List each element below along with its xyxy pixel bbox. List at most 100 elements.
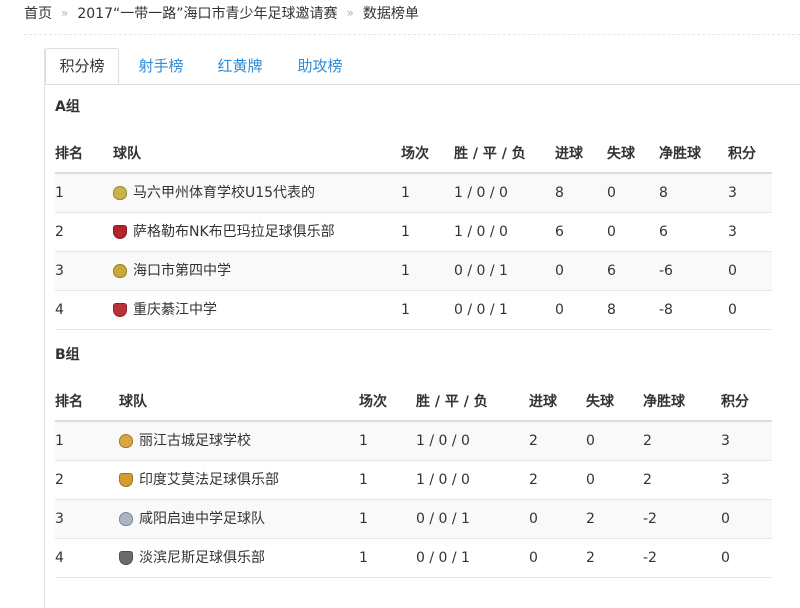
goal-diff-cell: -8 xyxy=(659,302,673,318)
wdl-cell: 1 / 0 / 0 xyxy=(454,224,508,240)
team-name-link[interactable]: 海口市第四中学 xyxy=(133,252,231,290)
team-crest-icon xyxy=(113,303,127,317)
goals-for-cell: 8 xyxy=(555,185,564,201)
goals-for-cell: 0 xyxy=(555,263,564,279)
group-b-title: B组 xyxy=(55,347,80,363)
goals-against-cell: 0 xyxy=(607,185,616,201)
played-cell: 1 xyxy=(401,263,410,279)
goal-diff-cell: 8 xyxy=(659,185,668,201)
played-cell: 1 xyxy=(401,302,410,318)
rank-cell: 2 xyxy=(55,472,64,488)
column-header-goal-diff: 净胜球 xyxy=(643,394,685,410)
breadcrumb-event-link[interactable]: 2017“一带一路”海口市青少年足球邀请赛 xyxy=(77,3,337,23)
team-name-link[interactable]: 马六甲州体育学校U15代表的 xyxy=(133,174,315,212)
breadcrumb-divider xyxy=(24,34,800,35)
column-header-wdl: 胜 / 平 / 负 xyxy=(454,146,526,162)
goals-against-cell: 0 xyxy=(586,433,595,449)
team-crest-icon xyxy=(119,434,133,448)
team-crest-icon xyxy=(119,512,133,526)
column-header-goal-diff: 净胜球 xyxy=(659,146,701,162)
column-header-played: 场次 xyxy=(359,394,387,410)
tab-bar: 积分榜 射手榜 红黄牌 助攻榜 xyxy=(45,48,800,85)
rank-cell: 3 xyxy=(55,263,64,279)
breadcrumb-current: 数据榜单 xyxy=(362,6,419,22)
team-name-link[interactable]: 丽江古城足球学校 xyxy=(139,422,251,460)
goals-for-cell: 0 xyxy=(529,550,538,566)
tab-standings[interactable]: 积分榜 xyxy=(45,48,119,84)
team-cell: 重庆綦江中学 xyxy=(113,291,217,329)
column-header-rank: 排名 xyxy=(55,146,83,162)
column-header-goals-for: 进球 xyxy=(529,394,557,410)
played-cell: 1 xyxy=(401,224,410,240)
team-cell: 马六甲州体育学校U15代表的 xyxy=(113,174,315,212)
column-header-goals-for: 进球 xyxy=(555,146,583,162)
team-name-link[interactable]: 萨格勒布NK布巴玛拉足球俱乐部 xyxy=(133,213,335,251)
points-cell: 0 xyxy=(721,511,730,527)
column-header-goals-against: 失球 xyxy=(607,146,635,162)
points-cell: 3 xyxy=(721,472,730,488)
team-cell: 淡滨尼斯足球俱乐部 xyxy=(119,539,265,577)
played-cell: 1 xyxy=(359,550,368,566)
points-cell: 3 xyxy=(728,185,737,201)
rank-cell: 4 xyxy=(55,302,64,318)
table-row: 1 马六甲州体育学校U15代表的 1 1 / 0 / 0 8 0 8 3 xyxy=(55,174,772,213)
column-header-points: 积分 xyxy=(721,394,749,410)
team-name-link[interactable]: 咸阳启迪中学足球队 xyxy=(139,500,265,538)
played-cell: 1 xyxy=(359,433,368,449)
goals-for-cell: 2 xyxy=(529,472,538,488)
goal-diff-cell: -2 xyxy=(643,550,657,566)
rank-cell: 1 xyxy=(55,433,64,449)
table-header: 排名 球队 场次 胜 / 平 / 负 进球 失球 净胜球 积分 xyxy=(55,382,772,422)
group-b-table: 排名 球队 场次 胜 / 平 / 负 进球 失球 净胜球 积分 1 丽江古城足球学校 1 1 / 0 … xyxy=(55,382,772,578)
team-crest-icon xyxy=(119,551,133,565)
rank-cell: 3 xyxy=(55,511,64,527)
wdl-cell: 0 / 0 / 1 xyxy=(416,550,470,566)
column-header-points: 积分 xyxy=(728,146,756,162)
goals-against-cell: 2 xyxy=(586,550,595,566)
wdl-cell: 1 / 0 / 0 xyxy=(416,472,470,488)
played-cell: 1 xyxy=(359,472,368,488)
goal-diff-cell: 6 xyxy=(659,224,668,240)
goals-against-cell: 6 xyxy=(607,263,616,279)
rank-cell: 1 xyxy=(55,185,64,201)
table-row: 3 咸阳启迪中学足球队 1 0 / 0 / 1 0 2 -2 0 xyxy=(55,500,772,539)
table-row: 2 印度艾莫法足球俱乐部 1 1 / 0 / 0 2 0 2 3 xyxy=(55,461,772,500)
points-cell: 0 xyxy=(728,302,737,318)
goals-for-cell: 0 xyxy=(555,302,564,318)
team-name-link[interactable]: 重庆綦江中学 xyxy=(133,291,217,329)
team-crest-icon xyxy=(113,225,127,239)
goals-for-cell: 6 xyxy=(555,224,564,240)
team-name-link[interactable]: 印度艾莫法足球俱乐部 xyxy=(139,461,279,499)
goals-for-cell: 0 xyxy=(529,511,538,527)
tab-top-scorers[interactable]: 射手榜 xyxy=(129,48,193,84)
team-cell: 咸阳启迪中学足球队 xyxy=(119,500,265,538)
goals-for-cell: 2 xyxy=(529,433,538,449)
wdl-cell: 0 / 0 / 1 xyxy=(416,511,470,527)
wdl-cell: 0 / 0 / 1 xyxy=(454,302,508,318)
played-cell: 1 xyxy=(359,511,368,527)
tab-assists[interactable]: 助攻榜 xyxy=(288,48,352,84)
team-crest-icon xyxy=(113,264,127,278)
team-name-link[interactable]: 淡滨尼斯足球俱乐部 xyxy=(139,539,265,577)
goal-diff-cell: -2 xyxy=(643,511,657,527)
column-header-rank: 排名 xyxy=(55,394,83,410)
table-row: 4 淡滨尼斯足球俱乐部 1 0 / 0 / 1 0 2 -2 0 xyxy=(55,539,772,578)
table-row: 1 丽江古城足球学校 1 1 / 0 / 0 2 0 2 3 xyxy=(55,422,772,461)
points-cell: 0 xyxy=(728,263,737,279)
breadcrumb: 首页 » 2017“一带一路”海口市青少年足球邀请赛 » 数据榜单 xyxy=(24,0,419,26)
rank-cell: 4 xyxy=(55,550,64,566)
team-cell: 丽江古城足球学校 xyxy=(119,422,251,460)
goals-against-cell: 8 xyxy=(607,302,616,318)
column-header-team: 球队 xyxy=(119,394,147,410)
wdl-cell: 0 / 0 / 1 xyxy=(454,263,508,279)
goals-against-cell: 0 xyxy=(586,472,595,488)
goals-against-cell: 2 xyxy=(586,511,595,527)
tab-cards[interactable]: 红黄牌 xyxy=(208,48,272,84)
breadcrumb-home-link[interactable]: 首页 xyxy=(24,3,52,23)
column-header-played: 场次 xyxy=(401,146,429,162)
team-crest-icon xyxy=(113,186,127,200)
wdl-cell: 1 / 0 / 0 xyxy=(454,185,508,201)
group-a-table: 排名 球队 场次胜 / 平 / 负进球 失球 净胜球 积分 1 马六甲州体育学校U15代表的 1… xyxy=(55,134,772,330)
played-cell: 1 xyxy=(401,185,410,201)
team-cell: 萨格勒布NK布巴玛拉足球俱乐部 xyxy=(113,213,335,251)
